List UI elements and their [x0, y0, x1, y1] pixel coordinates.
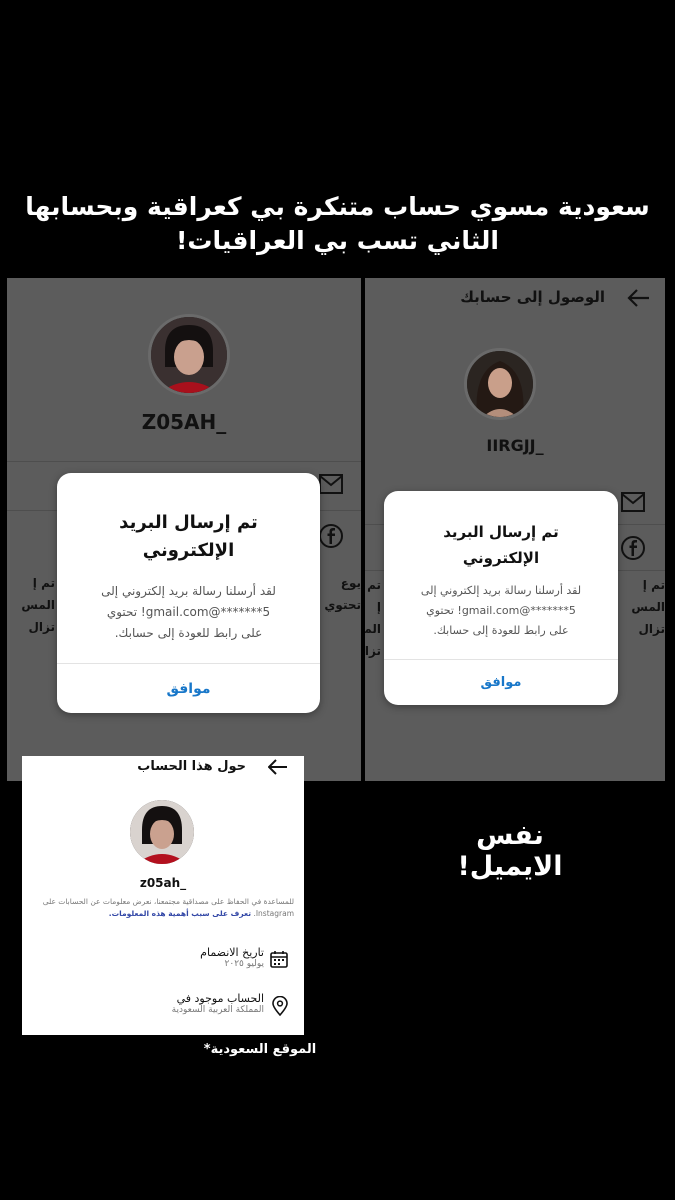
location-row: الحساب موجود في المملكة العربية السعودية	[172, 992, 264, 1015]
avatar	[464, 348, 536, 420]
dialog-title: تم إرسال البريد الإلكتروني	[443, 523, 559, 567]
facebook-icon[interactable]	[621, 536, 645, 566]
caption-line-2: الثاني تسب بي العراقيات!	[176, 226, 499, 255]
dialog-message: لقد أرسلنا رسالة بريد إلكتروني إلى 5****…	[420, 584, 582, 637]
location-label: الحساب موجود في	[176, 992, 264, 1005]
about-account-card: حول هذا الحساب z05ah_ للمساعدة في الحفاظ…	[22, 756, 304, 1035]
location-footnote: الموقع السعودية*	[203, 1042, 317, 1057]
caption-line-1: سعودية مسوي حساب متنكرة بي كعراقية وبحسا…	[25, 192, 650, 221]
mail-icon[interactable]	[621, 492, 645, 518]
ok-button[interactable]: موافق	[384, 659, 618, 706]
avatar	[130, 800, 194, 864]
same-email-note: نفس الايميل!	[457, 820, 563, 882]
header-title: حول هذا الحساب	[137, 759, 246, 774]
avatar	[148, 314, 230, 396]
learn-more-link[interactable]: تعرف على سبب أهمية هذه المعلومات.	[109, 909, 251, 918]
email-sent-dialog: تم إرسال البريد الإلكتروني لقد أرسلنا رس…	[384, 491, 618, 705]
caption: سعودية مسوي حساب متنكرة بي كعراقية وبحسا…	[20, 190, 655, 258]
dialog-title: تم إرسال البريد الإلكتروني	[119, 512, 258, 561]
background-text-fragment: تم إ المس تزال	[631, 578, 665, 636]
joined-value: يوليو ٢٠٢٥	[224, 959, 264, 969]
ok-button[interactable]: موافق	[57, 663, 320, 714]
back-arrow-icon[interactable]	[267, 759, 288, 779]
calendar-icon	[270, 950, 288, 972]
back-arrow-icon[interactable]	[627, 288, 651, 314]
location-value: المملكة العربية السعودية	[171, 1005, 264, 1015]
info-description: للمساعدة في الحفاظ على مصداقية مجتمعنا، …	[42, 897, 294, 918]
dialog-message: لقد أرسلنا رسالة بريد إلكتروني إلى 5****…	[101, 584, 276, 640]
profile-username: Z05AH_	[141, 410, 227, 434]
background-text-fragment: تم إ المس تزال	[21, 576, 55, 634]
location-pin-icon	[272, 995, 288, 1020]
profile-username: z05ah_	[139, 876, 187, 890]
facebook-icon[interactable]	[319, 524, 343, 554]
email-sent-dialog: تم إرسال البريد الإلكتروني لقد أرسلنا رس…	[57, 473, 320, 713]
joined-date-row: تاريخ الانضمام يوليو ٢٠٢٥	[200, 946, 264, 969]
background-text-fragment: تم إ المس تزال	[365, 578, 381, 658]
divider	[7, 461, 361, 462]
profile-username: IIRGJJ_	[486, 436, 544, 455]
joined-label: تاريخ الانضمام	[200, 946, 264, 959]
mail-icon[interactable]	[319, 474, 343, 500]
header-title: الوصول إلى حسابك	[460, 288, 605, 306]
